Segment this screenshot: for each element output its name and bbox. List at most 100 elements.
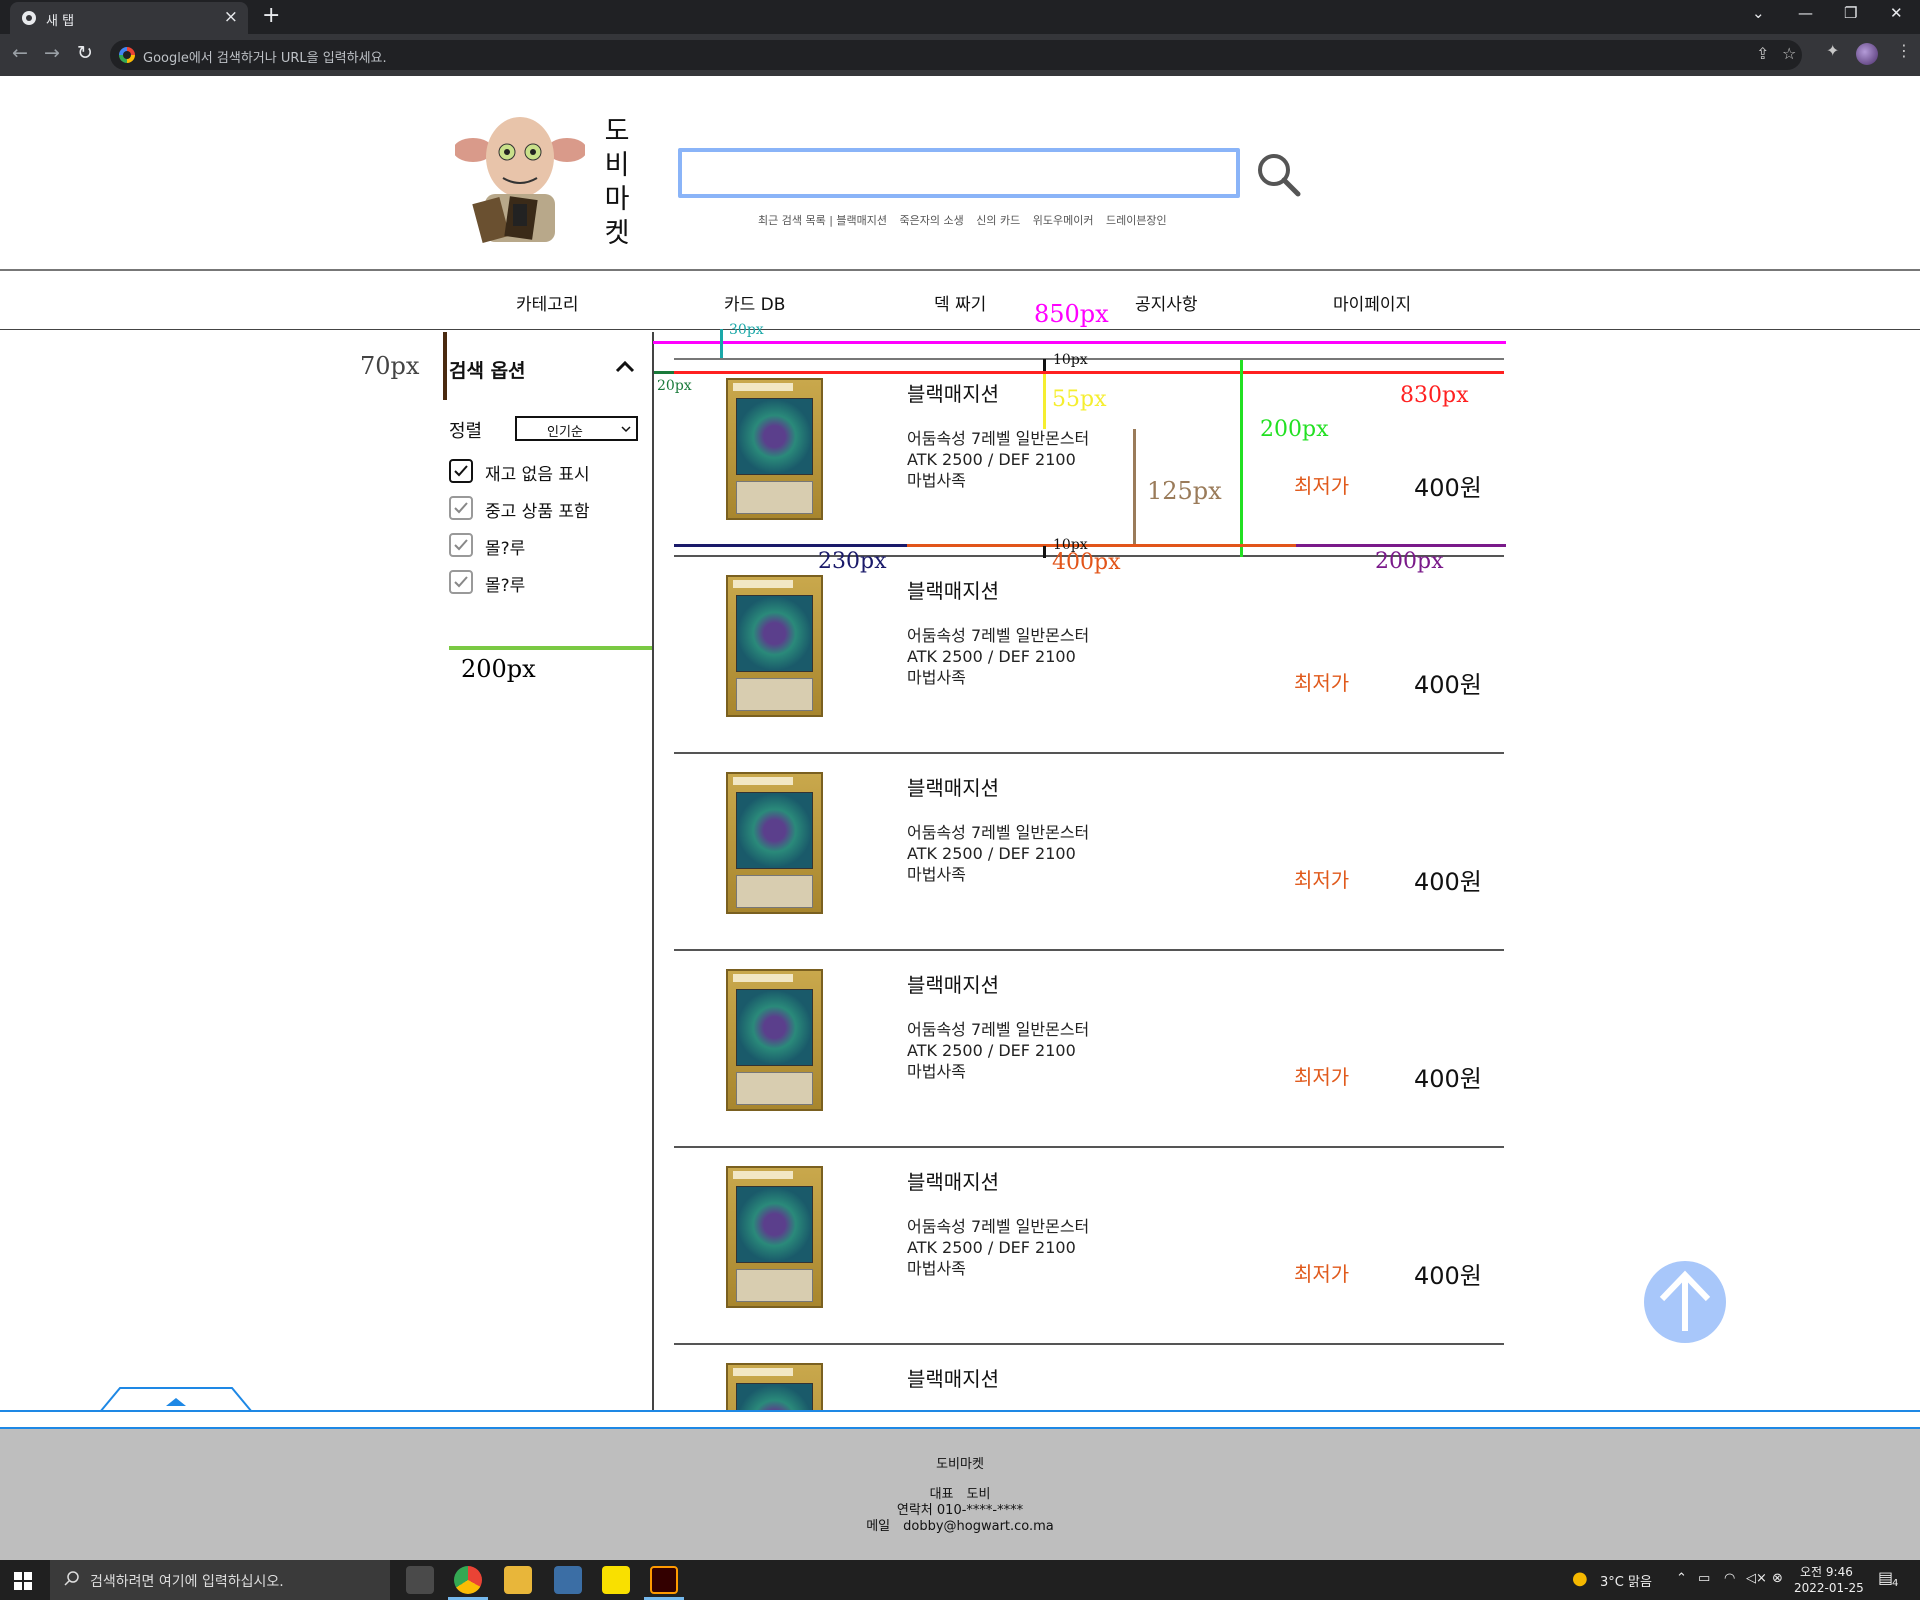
notification-icon[interactable]: ▤ xyxy=(1878,1568,1893,1587)
product-card-image[interactable] xyxy=(726,772,823,914)
option-label: 몰?루 xyxy=(485,539,526,559)
extensions-icon[interactable]: ✦ xyxy=(1826,41,1839,60)
product-row[interactable]: 블랙매지션 xyxy=(674,1345,1504,1505)
taskbar-search[interactable]: 검색하려면 여기에 입력하십시오. xyxy=(50,1560,390,1600)
annotation-line-yellow xyxy=(1043,374,1046,429)
chevron-down-icon xyxy=(621,426,631,433)
product-card-image[interactable] xyxy=(726,378,823,520)
product-name[interactable]: 블랙매지션 xyxy=(907,378,999,407)
annotation-30px: 30px xyxy=(729,322,764,338)
nav-item-notice[interactable]: 공지사항 xyxy=(1135,290,1198,315)
footer-toggle-tab[interactable] xyxy=(100,1386,252,1412)
sort-select[interactable]: 인기순 xyxy=(515,416,638,441)
logo-char: 도 xyxy=(604,116,630,147)
product-name[interactable]: 블랙매지션 xyxy=(907,772,999,801)
product-name[interactable]: 블랙매지션 xyxy=(907,1363,999,1392)
product-name[interactable]: 블랙매지션 xyxy=(907,969,999,998)
profile-avatar[interactable] xyxy=(1856,43,1878,65)
illustrator-icon[interactable] xyxy=(650,1566,678,1594)
arrow-up-icon xyxy=(1659,1270,1711,1331)
file-explorer-icon[interactable] xyxy=(504,1566,532,1594)
close-window-button[interactable]: ✕ xyxy=(1890,4,1903,22)
annotation-line-magenta xyxy=(653,341,1506,344)
search-icon[interactable] xyxy=(1254,150,1304,200)
volume-mute-icon[interactable]: ◁× xyxy=(1746,1571,1767,1586)
tab-title: 새 탭 xyxy=(46,14,75,29)
card-name-bar xyxy=(733,974,793,982)
annotation-line-purple xyxy=(1296,544,1506,547)
product-name[interactable]: 블랙매지션 xyxy=(907,1166,999,1195)
chrome-icon xyxy=(22,11,36,25)
product-description-line: ATK 2500 / DEF 2100 xyxy=(907,450,1076,469)
product-row[interactable]: 블랙매지션 어둠속성 7레벨 일반몬스터 ATK 2500 / DEF 2100 마법… xyxy=(674,951,1504,1148)
annotation-line-lime xyxy=(1240,360,1243,557)
site-search-input[interactable] xyxy=(678,148,1240,198)
dobby-logo-image[interactable] xyxy=(455,112,585,247)
annotation-125px: 125px xyxy=(1147,477,1222,505)
product-description: 어둠속성 7레벨 일반몬스터 ATK 2500 / DEF 2100 마법사족 xyxy=(907,1216,1089,1279)
recent-search-item[interactable]: 드레이븐장인 xyxy=(1106,214,1167,227)
recent-search-item[interactable]: 위도우메이커 xyxy=(1033,214,1094,227)
battery-icon[interactable]: ▭ xyxy=(1698,1571,1710,1586)
windows-taskbar: 검색하려면 여기에 입력하십시오. ● 3°C 맑음 ⌃ ▭ ◠ ◁× ⊗ 오전… xyxy=(0,1560,1920,1600)
card-name-bar xyxy=(733,580,793,588)
bookmark-star-icon[interactable]: ☆ xyxy=(1782,44,1796,63)
taskbar-search-placeholder: 검색하려면 여기에 입력하십시오. xyxy=(90,1574,284,1590)
menu-icon[interactable]: ⋮ xyxy=(1896,41,1912,60)
minimize-button[interactable]: — xyxy=(1798,4,1813,22)
back-icon[interactable]: ← xyxy=(12,42,28,64)
browser-tab[interactable]: 새 탭 × xyxy=(10,2,248,34)
checkbox[interactable] xyxy=(449,570,473,594)
recent-search-item[interactable]: 신의 카드 xyxy=(976,214,1020,227)
clock-time[interactable]: 오전 9:46 xyxy=(1800,1563,1853,1580)
check-icon xyxy=(454,576,468,588)
task-view-icon[interactable] xyxy=(406,1566,434,1594)
checkbox[interactable] xyxy=(449,533,473,557)
calculator-icon[interactable] xyxy=(554,1566,582,1594)
footer-border xyxy=(0,1410,1920,1429)
tab-search-icon[interactable]: ⌄ xyxy=(1752,4,1765,22)
omnibox-placeholder: Google에서 검색하거나 URL을 입력하세요. xyxy=(143,51,387,66)
product-description: 어둠속성 7레벨 일반몬스터 ATK 2500 / DEF 2100 마법사족 xyxy=(907,822,1089,885)
checkbox[interactable] xyxy=(449,459,473,483)
reload-icon[interactable]: ↻ xyxy=(77,42,93,64)
chrome-taskbar-icon[interactable] xyxy=(454,1566,482,1594)
omnibox[interactable]: Google에서 검색하거나 URL을 입력하세요. ⇪ ☆ xyxy=(110,40,1802,70)
share-icon[interactable]: ⇪ xyxy=(1756,44,1769,63)
scroll-to-top-button[interactable] xyxy=(1644,1261,1726,1343)
chevron-up-icon[interactable] xyxy=(613,355,637,379)
nav-item-category[interactable]: 카테고리 xyxy=(516,290,579,315)
product-description-line: 어둠속성 7레벨 일반몬스터 xyxy=(907,429,1090,448)
windows-start-icon[interactable] xyxy=(14,1572,32,1590)
nav-item-mypage[interactable]: 마이페이지 xyxy=(1333,290,1411,315)
nav-item-card-db[interactable]: 카드 DB xyxy=(724,290,785,315)
weather-sun-icon: ● xyxy=(1572,1568,1588,1589)
annotation-line-orange xyxy=(907,544,1296,547)
tray-chevron-icon[interactable]: ⌃ xyxy=(1676,1571,1687,1586)
restore-button[interactable]: ❐ xyxy=(1844,4,1857,22)
product-row[interactable]: 블랙매지션어둠속성 7레벨 일반몬스터 ATK 2500 / DEF 2100 마법… xyxy=(674,754,1504,951)
new-tab-button[interactable]: + xyxy=(262,3,280,28)
product-description-line: ATK 2500 / DEF 2100 xyxy=(907,1041,1076,1060)
nav-top-border xyxy=(0,269,1920,271)
checkbox[interactable] xyxy=(449,496,473,520)
annotation-line-grey-top xyxy=(674,358,1504,360)
forward-icon[interactable]: → xyxy=(44,42,60,64)
product-card-image[interactable] xyxy=(726,969,823,1111)
tab-close-icon[interactable]: × xyxy=(224,7,238,27)
product-row[interactable]: 블랙매지션어둠속성 7레벨 일반몬스터 ATK 2500 / DEF 2100 마법… xyxy=(674,1148,1504,1345)
recent-search-item[interactable]: 죽은자의 소생 xyxy=(900,214,964,227)
product-description-line: 마법사족 xyxy=(907,1062,966,1081)
product-card-image[interactable] xyxy=(726,1166,823,1308)
clock-date[interactable]: 2022-01-25 xyxy=(1794,1581,1864,1595)
product-card-image[interactable] xyxy=(726,575,823,717)
status-x-icon[interactable]: ⊗ xyxy=(1772,1571,1783,1586)
card-name-bar xyxy=(733,1171,793,1179)
kakaotalk-icon[interactable] xyxy=(602,1566,630,1594)
wifi-icon[interactable]: ◠ xyxy=(1724,1571,1735,1586)
weather-text[interactable]: 3°C 맑음 xyxy=(1600,1571,1652,1590)
product-row[interactable]: 블랙매지션 어둠속성 7레벨 일반몬스터 ATK 2500 / DEF 2100 마법… xyxy=(674,557,1504,754)
nav-item-deck-builder[interactable]: 덱 짜기 xyxy=(934,290,986,315)
nav-bottom-border xyxy=(0,329,1920,330)
product-name[interactable]: 블랙매지션 xyxy=(907,575,999,604)
